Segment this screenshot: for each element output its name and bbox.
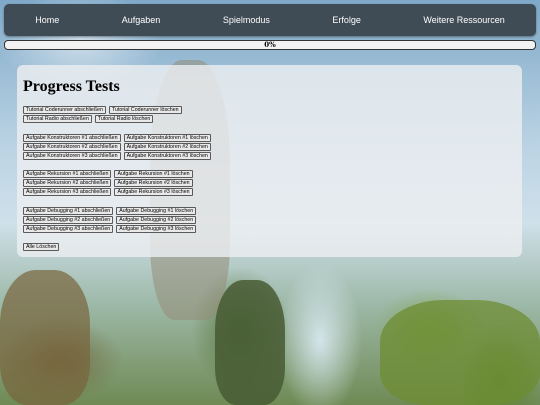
button-row: Aufgabe Konstruktoren #2 abschließen Auf… (23, 143, 211, 151)
complete-tutorial-coderunner-button[interactable]: Tutorial Coderunner abschließen (23, 106, 106, 114)
complete-konstruktoren-2-button[interactable]: Aufgabe Konstruktoren #2 abschließen (23, 143, 121, 151)
delete-konstruktoren-3-button[interactable]: Aufgabe Konstruktoren #3 löschen (123, 152, 211, 160)
button-row: Alle Löschen (23, 243, 60, 251)
nav-home[interactable]: Home (35, 15, 59, 25)
delete-debugging-1-button[interactable]: Aufgabe Debugging #1 löschen (116, 207, 197, 215)
progress-percentage: 0% (264, 40, 276, 49)
button-row: Tutorial Coderunner abschließen Tutorial… (23, 106, 182, 114)
delete-rekursion-1-button[interactable]: Aufgabe Rekursion #1 löschen (114, 170, 193, 178)
background-rock (380, 300, 540, 405)
delete-tutorial-coderunner-button[interactable]: Tutorial Coderunner löschen (108, 106, 182, 114)
complete-rekursion-3-button[interactable]: Aufgabe Rekursion #3 abschließen (23, 188, 112, 196)
delete-rekursion-3-button[interactable]: Aufgabe Rekursion #3 löschen (114, 188, 193, 196)
complete-debugging-1-button[interactable]: Aufgabe Debugging #1 abschließen (23, 207, 114, 215)
progress-bar: 0% (4, 40, 536, 50)
nav-spielmodus[interactable]: Spielmodus (223, 15, 270, 25)
background-rock (0, 270, 90, 405)
complete-tutorial-radio-button[interactable]: Tutorial Radio abschließen (23, 115, 92, 123)
complete-debugging-3-button[interactable]: Aufgabe Debugging #3 abschließen (23, 225, 114, 233)
delete-rekursion-2-button[interactable]: Aufgabe Rekursion #2 löschen (114, 179, 193, 187)
page-title: Progress Tests (23, 78, 120, 95)
button-row: Tutorial Radio abschließen Tutorial Radi… (23, 115, 154, 123)
button-row: Aufgabe Debugging #2 abschließen Aufgabe… (23, 216, 197, 224)
button-row: Aufgabe Rekursion #3 abschließen Aufgabe… (23, 188, 193, 196)
clear-all-button[interactable]: Alle Löschen (23, 243, 60, 251)
background-rock (215, 280, 285, 405)
nav-weitere-ressourcen[interactable]: Weitere Ressourcen (423, 15, 504, 25)
complete-konstruktoren-3-button[interactable]: Aufgabe Konstruktoren #3 abschließen (23, 152, 121, 160)
delete-debugging-2-button[interactable]: Aufgabe Debugging #2 löschen (116, 216, 197, 224)
button-row: Aufgabe Debugging #1 abschließen Aufgabe… (23, 207, 197, 215)
top-navbar: Home Aufgaben Spielmodus Erfolge Weitere… (4, 4, 536, 36)
delete-konstruktoren-2-button[interactable]: Aufgabe Konstruktoren #2 löschen (123, 143, 211, 151)
nav-aufgaben[interactable]: Aufgaben (122, 15, 161, 25)
complete-rekursion-1-button[interactable]: Aufgabe Rekursion #1 abschließen (23, 170, 112, 178)
complete-rekursion-2-button[interactable]: Aufgabe Rekursion #2 abschließen (23, 179, 112, 187)
button-row: Aufgabe Konstruktoren #3 abschließen Auf… (23, 152, 211, 160)
complete-debugging-2-button[interactable]: Aufgabe Debugging #2 abschließen (23, 216, 114, 224)
delete-tutorial-radio-button[interactable]: Tutorial Radio löschen (94, 115, 154, 123)
button-row: Aufgabe Rekursion #1 abschließen Aufgabe… (23, 170, 193, 178)
delete-konstruktoren-1-button[interactable]: Aufgabe Konstruktoren #1 löschen (123, 134, 211, 142)
button-row: Aufgabe Rekursion #2 abschließen Aufgabe… (23, 179, 193, 187)
button-row: Aufgabe Konstruktoren #1 abschließen Auf… (23, 134, 211, 142)
delete-debugging-3-button[interactable]: Aufgabe Debugging #3 löschen (116, 225, 197, 233)
button-row: Aufgabe Debugging #3 abschließen Aufgabe… (23, 225, 197, 233)
nav-erfolge[interactable]: Erfolge (332, 15, 361, 25)
complete-konstruktoren-1-button[interactable]: Aufgabe Konstruktoren #1 abschließen (23, 134, 121, 142)
